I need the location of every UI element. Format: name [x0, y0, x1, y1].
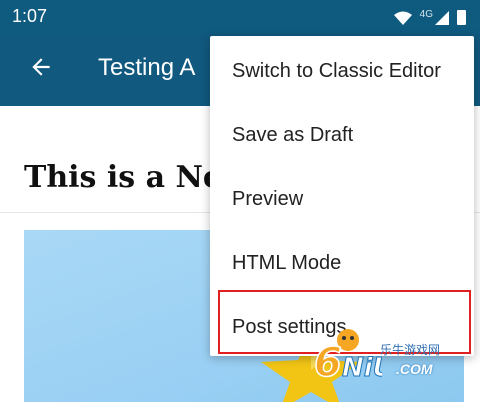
- watermark-chinese-text: 乐牛游戏网: [380, 343, 441, 357]
- back-arrow-icon[interactable]: [28, 54, 54, 80]
- menu-item-preview[interactable]: Preview: [210, 167, 474, 231]
- menu-item-html-mode[interactable]: HTML Mode: [210, 231, 474, 295]
- watermark-domain: .COM: [396, 361, 433, 377]
- menu-item-switch-to-classic-editor[interactable]: Switch to Classic Editor: [210, 39, 474, 103]
- watermark-digit: 6: [314, 340, 342, 380]
- menu-item-save-as-draft[interactable]: Save as Draft: [210, 103, 474, 167]
- network-type-label: 4G: [419, 9, 433, 20]
- status-bar: 1:07 4G: [0, 0, 480, 34]
- signal-icon: [435, 10, 449, 25]
- app-bar-title: Testing A: [98, 54, 196, 81]
- status-time: 1:07: [12, 6, 48, 26]
- battery-icon: [457, 10, 466, 25]
- status-icons: 4G: [393, 9, 466, 26]
- watermark-logo: 6 NiU: [313, 329, 382, 380]
- wifi-icon: [393, 11, 412, 25]
- svg-text:NiU: NiU: [342, 353, 382, 380]
